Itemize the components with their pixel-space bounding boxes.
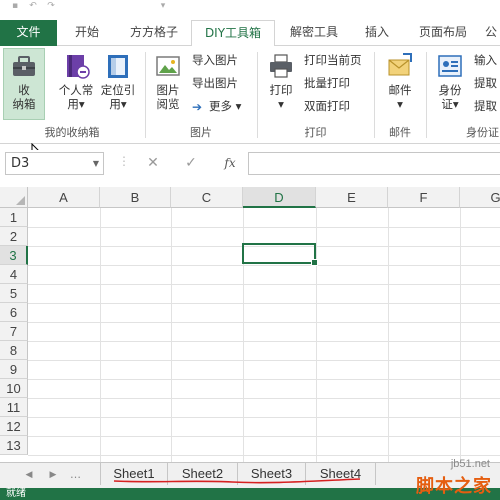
import-image-button[interactable]: 导入图片 [192, 50, 238, 70]
locate-panel-icon [104, 52, 132, 80]
ribbon-panel: 收 纳箱 个人常 用▾ 定位引 用▾ 我的收纳箱 图片 阅览 导入图片 导出图片… [0, 46, 500, 164]
mail-icon [386, 52, 414, 80]
image-preview-button[interactable]: 图片 阅览 [150, 52, 186, 111]
group-label-image: 图片 [190, 126, 212, 139]
personal-common-button[interactable]: 个人常 用▾ [54, 52, 98, 111]
row-header-1[interactable]: 1 [0, 208, 28, 227]
name-box[interactable]: D3 ▼ [5, 152, 104, 175]
column-header-b[interactable]: B [100, 187, 171, 208]
sheet-prev-icon[interactable]: ◀ [22, 468, 36, 482]
id-card-icon [436, 52, 464, 80]
enter-icon[interactable]: ✓ [180, 153, 202, 173]
toolbox-icon [10, 52, 38, 80]
print-button[interactable]: 打印 ▾ [263, 52, 299, 111]
save-icon[interactable]: ▪ [8, 1, 22, 11]
export-image-button[interactable]: 导出图片 [192, 73, 238, 93]
tab-insert[interactable]: 插入 [356, 20, 398, 46]
collect-box-button-content[interactable]: 收 纳箱 [4, 52, 44, 111]
batch-print-button[interactable]: 批量打印 [304, 73, 350, 93]
grid-line [28, 322, 500, 323]
grid-line [28, 284, 500, 285]
active-cell-d3[interactable] [242, 243, 318, 266]
row-header-9[interactable]: 9 [0, 360, 28, 379]
row-header-2[interactable]: 2 [0, 227, 28, 246]
annotation-underline [113, 478, 361, 484]
grid-line [28, 303, 500, 304]
row-header-5[interactable]: 5 [0, 284, 28, 303]
grid-line [28, 379, 500, 380]
mail-button[interactable]: 邮件 ▾ [382, 52, 418, 111]
formula-bar: D3 ▼ ⋮ ✕ ✓ fx [0, 150, 500, 178]
sheet-next-icon[interactable]: ▶ [46, 468, 60, 482]
group-separator [426, 52, 427, 138]
grid-line [28, 436, 500, 437]
grid-line [28, 265, 500, 266]
chevron-down-icon[interactable]: ▼ [93, 153, 99, 174]
row-header-10[interactable]: 10 [0, 379, 28, 398]
duplex-print-button[interactable]: 双面打印 [304, 96, 350, 116]
grid-line [28, 341, 500, 342]
row-header-12[interactable]: 12 [0, 417, 28, 436]
personal-book-icon [62, 52, 90, 80]
insert-function-button[interactable]: fx [220, 153, 240, 173]
column-header-g[interactable]: G [460, 187, 500, 208]
locate-reference-button[interactable]: 定位引 用▾ [98, 52, 138, 111]
column-header-f[interactable]: F [388, 187, 460, 208]
column-header-e[interactable]: E [316, 187, 388, 208]
column-header-a[interactable]: A [28, 187, 100, 208]
row-header-8[interactable]: 8 [0, 341, 28, 360]
column-header-d[interactable]: D [243, 187, 316, 208]
tab-file[interactable]: 文件 [0, 20, 57, 46]
group-label-id: 身份证 [466, 126, 499, 139]
formula-bar-grip[interactable]: ⋮ [118, 154, 131, 168]
row-header-6[interactable]: 6 [0, 303, 28, 322]
watermark-url: jb51.net [450, 458, 490, 470]
row-header-3[interactable]: 3 [0, 246, 28, 265]
watermark-text: 脚本之家 [416, 476, 492, 497]
watermark: jb51.net 脚本之家 [346, 448, 496, 500]
customize-dropdown-icon[interactable]: ▾ [156, 1, 170, 11]
group-label-collect: 我的收纳箱 [44, 126, 100, 139]
printer-icon [267, 52, 295, 80]
quick-access-toolbar: ▪ ↶ ↷ ▾ [0, 0, 500, 14]
formula-input[interactable] [248, 152, 500, 175]
grid-line [28, 398, 500, 399]
id-extract-button-2[interactable]: 提取 [474, 96, 497, 116]
row-header-11[interactable]: 11 [0, 398, 28, 417]
tab-diy-toolbox[interactable]: DIY工具箱 [191, 20, 275, 47]
grid-line [28, 227, 500, 228]
more-image-button[interactable]: ➔ 更多 ▾ [192, 96, 241, 116]
arrow-right-icon: ➔ [192, 99, 203, 114]
print-current-page-button[interactable]: 打印当前页 [304, 50, 362, 70]
tab-home[interactable]: 开始 [63, 20, 111, 46]
group-label-mail: 邮件 [389, 126, 411, 139]
group-label-print: 打印 [304, 126, 327, 139]
ribbon-tab-bar: 文件 开始 方方格子 DIY工具箱 解密工具 插入 页面布局 公 [0, 20, 500, 47]
status-text: 就绪 [6, 488, 26, 499]
spreadsheet-grid[interactable]: A B C D E F G 1 2 3 4 5 6 7 8 9 10 11 12… [0, 187, 500, 462]
grid-line [28, 360, 500, 361]
id-extract-button-1[interactable]: 提取 [474, 73, 497, 93]
tab-formulas[interactable]: 公 [482, 20, 500, 46]
redo-icon[interactable]: ↷ [44, 1, 58, 11]
select-all-button[interactable] [0, 187, 28, 208]
row-header-7[interactable]: 7 [0, 322, 28, 341]
id-card-button[interactable]: 身份 证▾ [432, 52, 468, 111]
grid-line [28, 417, 500, 418]
column-header-c[interactable]: C [171, 187, 243, 208]
more-sheets-icon[interactable]: … [70, 468, 81, 481]
undo-icon[interactable]: ↶ [26, 1, 40, 11]
id-input-button[interactable]: 输入 [474, 50, 497, 70]
row-header-4[interactable]: 4 [0, 265, 28, 284]
tab-decrypt[interactable]: 解密工具 [280, 20, 348, 46]
image-preview-icon [154, 52, 182, 80]
tab-fangfang[interactable]: 方方格子 [120, 20, 188, 46]
tab-page-layout[interactable]: 页面布局 [408, 20, 478, 46]
cancel-icon[interactable]: ✕ [142, 153, 164, 173]
row-header-13[interactable]: 13 [0, 436, 28, 455]
